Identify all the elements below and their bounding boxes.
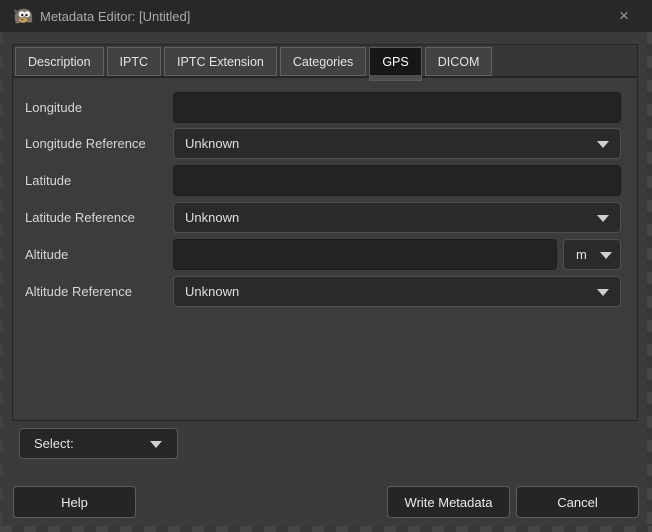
window-resize-edge-left[interactable] [0,32,2,526]
tab-bar: Description IPTC IPTC Extension Categori… [12,44,638,77]
longitude-reference-select[interactable]: Unknown [173,128,621,159]
tab-gps[interactable]: GPS [369,47,421,76]
altitude-reference-value: Unknown [185,284,239,299]
latitude-reference-select[interactable]: Unknown [173,202,621,233]
latitude-label: Latitude [25,173,173,188]
latitude-input[interactable] [173,165,621,196]
window-resize-edge-bottom[interactable] [0,526,652,532]
altitude-input[interactable] [173,239,557,270]
write-metadata-button[interactable]: Write Metadata [387,486,510,518]
window-resize-edge-right[interactable] [647,32,652,526]
altitude-reference-label: Altitude Reference [25,284,173,299]
tab-description[interactable]: Description [15,47,104,76]
altitude-reference-select[interactable]: Unknown [173,276,621,307]
help-button[interactable]: Help [13,486,136,518]
tab-categories[interactable]: Categories [280,47,366,76]
chevron-down-icon [150,441,162,448]
select-dropdown-label: Select: [34,436,74,451]
altitude-reference-row: Altitude Reference Unknown [25,276,621,307]
tab-iptc[interactable]: IPTC [107,47,161,76]
window-title: Metadata Editor: [Untitled] [40,9,190,24]
longitude-reference-label: Longitude Reference [25,136,173,151]
select-dropdown[interactable]: Select: [19,428,178,459]
gps-tab-panel: Longitude Longitude Reference Unknown La… [12,77,638,421]
latitude-reference-row: Latitude Reference Unknown [25,202,621,233]
longitude-reference-row: Longitude Reference Unknown [25,128,621,159]
longitude-input[interactable] [173,92,621,123]
titlebar[interactable]: Metadata Editor: [Untitled] × [0,0,652,32]
latitude-reference-label: Latitude Reference [25,210,173,225]
altitude-label: Altitude [25,247,173,262]
longitude-label: Longitude [25,100,173,115]
close-icon[interactable]: × [610,0,638,32]
latitude-reference-value: Unknown [185,210,239,225]
tab-dicom[interactable]: DICOM [425,47,493,76]
metadata-editor-dialog: Metadata Editor: [Untitled] × Descriptio… [0,0,652,532]
altitude-unit-value: m [576,247,587,262]
chevron-down-icon [597,215,609,222]
longitude-reference-value: Unknown [185,136,239,151]
altitude-row: Altitude m [25,239,621,270]
longitude-row: Longitude [25,92,621,123]
gimp-wilber-icon [12,6,34,26]
latitude-row: Latitude [25,165,621,196]
chevron-down-icon [597,141,609,148]
altitude-unit-select[interactable]: m [563,239,621,270]
chevron-down-icon [597,289,609,296]
tab-iptc-extension[interactable]: IPTC Extension [164,47,277,76]
chevron-down-icon [600,252,612,259]
cancel-button[interactable]: Cancel [516,486,639,518]
